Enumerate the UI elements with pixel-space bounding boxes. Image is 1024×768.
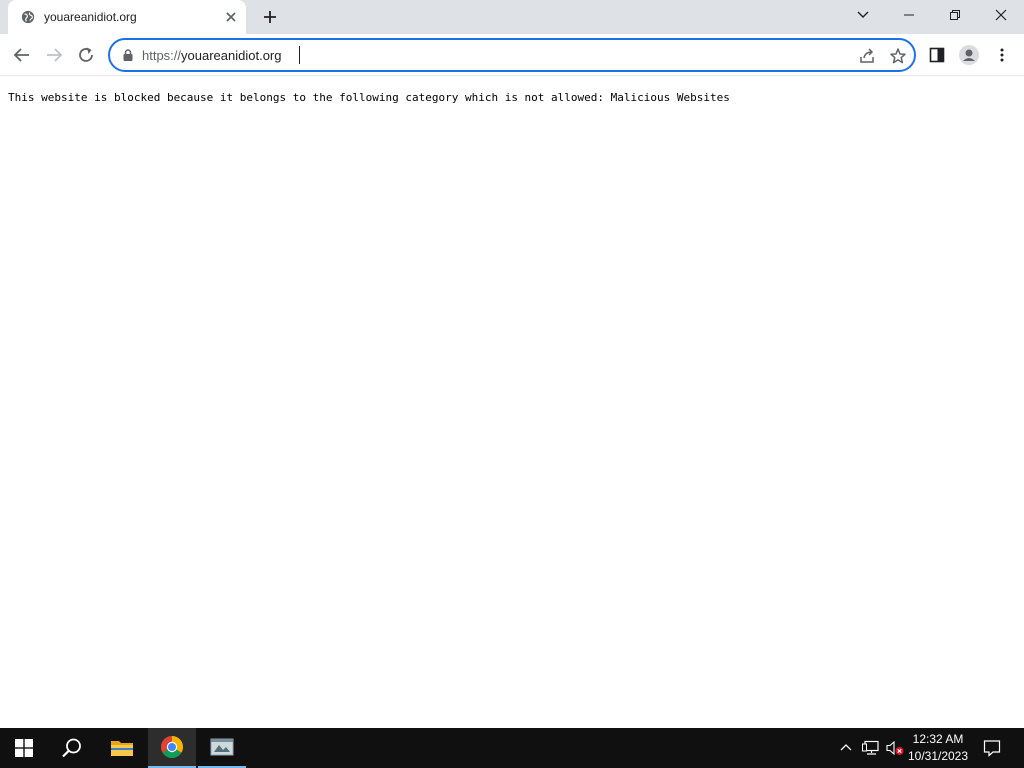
- network-button[interactable]: [860, 728, 882, 768]
- start-button[interactable]: [0, 728, 48, 768]
- app-window-icon: [210, 738, 234, 756]
- side-panel-icon: [929, 47, 945, 63]
- minimize-icon: [904, 14, 914, 16]
- url-text[interactable]: https://youareanidiot.org: [142, 48, 282, 63]
- page-content: This website is blocked because it belon…: [0, 77, 1024, 728]
- clock-date: 10/31/2023: [907, 749, 969, 763]
- taskbar-search-button[interactable]: [48, 728, 96, 768]
- chevron-up-icon: [840, 744, 852, 751]
- forward-arrow-icon: [47, 48, 63, 62]
- search-icon: [62, 738, 81, 758]
- address-bar[interactable]: https://youareanidiot.org: [108, 38, 916, 72]
- menu-button[interactable]: [987, 40, 1017, 70]
- folder-icon: [111, 741, 133, 756]
- system-clock[interactable]: 12:32 AM 10/31/2023: [905, 731, 971, 765]
- tab-title: youareanidiot.org: [44, 10, 137, 24]
- notifications-button[interactable]: [978, 728, 1006, 768]
- notification-icon: [983, 740, 1001, 757]
- volume-muted-icon: [886, 740, 904, 756]
- profile-button[interactable]: [954, 40, 984, 70]
- browser-toolbar: https://youareanidiot.org: [0, 34, 1024, 76]
- blocked-message: This website is blocked because it belon…: [8, 91, 730, 104]
- minimize-button[interactable]: [886, 0, 932, 30]
- tab-search-button[interactable]: [840, 0, 886, 30]
- file-explorer-button[interactable]: [98, 728, 146, 768]
- volume-button[interactable]: [884, 728, 906, 768]
- windows-logo-icon: [15, 739, 33, 757]
- browser-tab[interactable]: youareanidiot.org: [8, 0, 246, 34]
- close-icon[interactable]: [224, 10, 238, 24]
- reload-icon: [79, 47, 93, 62]
- star-icon[interactable]: [889, 47, 907, 65]
- close-icon: [995, 9, 1007, 21]
- network-icon: [862, 740, 879, 755]
- chevron-down-icon: [857, 11, 869, 18]
- profile-icon: [959, 45, 979, 65]
- plus-icon[interactable]: [259, 6, 281, 28]
- share-icon[interactable]: [858, 47, 876, 65]
- restore-button[interactable]: [932, 0, 978, 30]
- clock-time: 12:32 AM: [912, 732, 964, 746]
- side-panel-button[interactable]: [922, 40, 952, 70]
- text-cursor: [299, 46, 300, 64]
- chrome-taskbar-button[interactable]: [148, 728, 196, 768]
- back-button[interactable]: [7, 40, 37, 70]
- back-arrow-icon: [13, 48, 29, 62]
- url-host: youareanidiot.org: [181, 48, 282, 63]
- reload-button[interactable]: [71, 40, 101, 70]
- restore-icon: [950, 10, 960, 20]
- kebab-menu-icon: [1000, 48, 1004, 62]
- tab-strip: youareanidiot.org: [0, 0, 1024, 34]
- show-hidden-icons-button[interactable]: [836, 728, 856, 768]
- url-scheme: https://: [142, 48, 182, 63]
- app-taskbar-button[interactable]: [198, 728, 246, 768]
- lock-icon[interactable]: [121, 48, 135, 62]
- forward-button[interactable]: [39, 40, 69, 70]
- globe-icon: [21, 10, 35, 24]
- taskbar: 12:32 AM 10/31/2023: [0, 728, 1024, 768]
- chrome-icon: [161, 736, 183, 758]
- close-window-button[interactable]: [978, 0, 1024, 30]
